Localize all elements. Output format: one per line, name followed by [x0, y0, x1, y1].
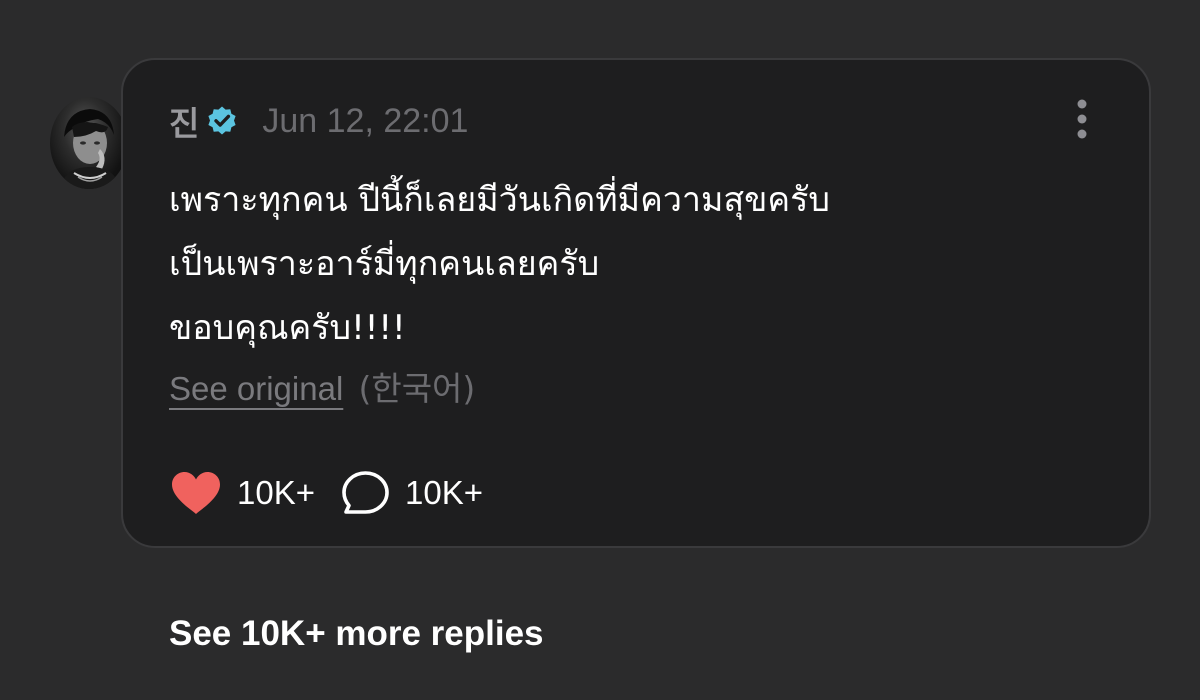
heart-icon [172, 472, 220, 514]
see-more-replies-link[interactable]: See 10K+ more replies [169, 614, 544, 654]
verified-badge-icon [206, 105, 238, 137]
post-header: 진 Jun 12, 22:01 [169, 98, 468, 144]
post-text-line: เพราะทุกคน ปีนี้ก็เลยมีวันเกิดที่มีความส… [169, 180, 831, 220]
post-actions: 10K+ 10K+ [169, 468, 483, 518]
like-count: 10K+ [237, 474, 315, 511]
like-button[interactable]: 10K+ [169, 470, 315, 516]
speech-bubble-icon [342, 471, 389, 514]
post-text-line: เป็นเพราะอาร์มี่ทุกคนเลยครับ [169, 244, 600, 284]
post-timestamp: Jun 12, 22:01 [262, 101, 469, 140]
translation-note: See original (한국어) [169, 362, 475, 410]
post-view: 진 Jun 12, 22:01 เพราะทุกคน ปีนี้ก็เลยมีว… [0, 0, 1200, 700]
comment-count: 10K+ [405, 474, 483, 511]
see-original-link[interactable]: See original [169, 370, 343, 407]
avatar-image [60, 109, 120, 189]
author-name[interactable]: 진 [169, 97, 200, 145]
original-language-label: (한국어) [358, 369, 476, 408]
post-text-line: ขอบคุณครับ!!!! [169, 308, 406, 348]
more-vertical-icon[interactable] [1075, 98, 1089, 140]
post-body: เพราะทุกคน ปีนี้ก็เลยมีวันเกิดที่มีความส… [169, 168, 1069, 360]
comment-button[interactable]: 10K+ [341, 470, 483, 516]
avatar[interactable] [50, 97, 128, 189]
post-card: 진 Jun 12, 22:01 เพราะทุกคน ปีนี้ก็เลยมีว… [121, 58, 1151, 548]
